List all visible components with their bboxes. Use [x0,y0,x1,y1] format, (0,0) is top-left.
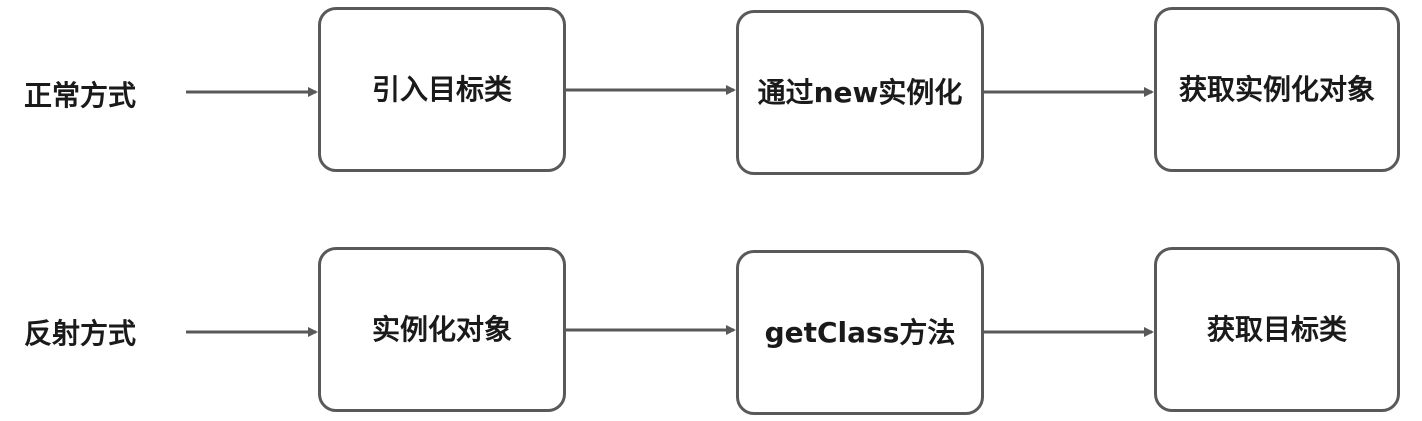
step-box-row2-1: 实例化对象 [318,247,566,412]
step-label: 获取实例化对象 [1178,72,1375,106]
step-label: getClass方法 [764,315,956,349]
step-label: 引入目标类 [371,72,512,106]
step-box-row1-2: 通过new实例化 [736,10,984,175]
row-label-normal: 正常方式 [24,79,137,112]
step-label: 实例化对象 [371,312,512,346]
step-box-row2-3: 获取目标类 [1154,247,1400,412]
step-box-row1-1: 引入目标类 [318,7,566,172]
row-label-reflection: 反射方式 [24,317,137,350]
step-box-row1-3: 获取实例化对象 [1154,7,1400,172]
step-box-row2-2: getClass方法 [736,250,984,415]
step-label: 获取目标类 [1206,312,1347,346]
step-label: 通过new实例化 [757,75,963,109]
